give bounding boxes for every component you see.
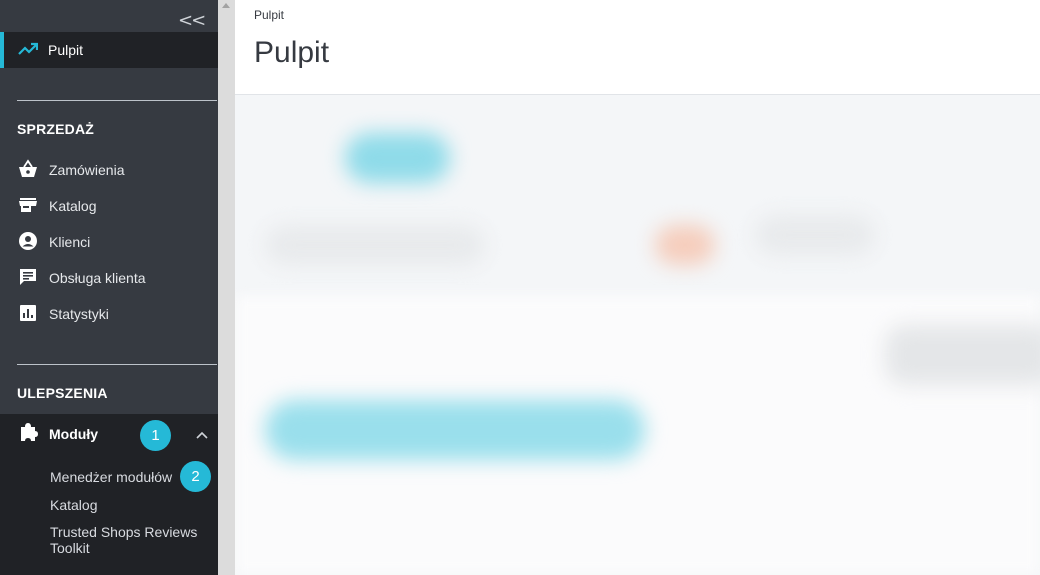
step-badge-1: 1 bbox=[140, 420, 171, 451]
step-badge-2: 2 bbox=[180, 461, 211, 492]
scrollbar[interactable] bbox=[218, 0, 235, 575]
sidebar-divider bbox=[17, 364, 217, 365]
sidebar-item-label: Moduły bbox=[49, 426, 98, 442]
submenu-item-katalog[interactable]: Katalog bbox=[50, 497, 97, 513]
sidebar-divider bbox=[17, 100, 217, 101]
chat-icon bbox=[18, 267, 38, 292]
sidebar-item-pulpit[interactable]: Pulpit bbox=[0, 32, 218, 68]
blurred-badge bbox=[655, 225, 715, 265]
page-title: Pulpit bbox=[254, 36, 330, 69]
bar-chart-icon bbox=[18, 303, 38, 328]
section-title-sprzedaz: SPRZEDAŻ bbox=[17, 121, 95, 137]
trending-up-icon bbox=[18, 41, 39, 62]
sidebar-item-katalog[interactable]: Katalog bbox=[0, 191, 218, 221]
puzzle-icon bbox=[18, 422, 38, 447]
chevron-up-icon[interactable] bbox=[196, 426, 208, 444]
blurred-block bbox=[885, 325, 1040, 385]
sidebar-item-label: Pulpit bbox=[48, 42, 84, 58]
basket-icon bbox=[18, 159, 38, 184]
store-icon bbox=[18, 195, 38, 220]
sidebar-item-moduly[interactable]: Moduły 1 Menedżer modułów 2 Katalog Trus… bbox=[0, 414, 218, 575]
sidebar-item-label: Obsługa klienta bbox=[49, 270, 146, 286]
blurred-block bbox=[755, 215, 875, 255]
blurred-progress-bar bbox=[265, 400, 645, 460]
blurred-button bbox=[345, 133, 450, 183]
sidebar-item-klienci[interactable]: Klienci bbox=[0, 227, 218, 257]
sidebar-item-statystyki[interactable]: Statystyki bbox=[0, 299, 218, 329]
sidebar-item-label: Katalog bbox=[49, 198, 97, 214]
sidebar-item-obsluga-klienta[interactable]: Obsługa klienta bbox=[0, 263, 218, 293]
account-circle-icon bbox=[18, 231, 38, 256]
section-title-ulepszenia: ULEPSZENIA bbox=[17, 385, 108, 401]
page-header: Pulpit Pulpit bbox=[235, 0, 1040, 95]
submenu-item-trusted-shops[interactable]: Trusted Shops Reviews Toolkit bbox=[50, 524, 200, 556]
sidebar: << Pulpit SPRZEDAŻ Zamówienia Katalog Kl… bbox=[0, 0, 218, 575]
sidebar-item-label: Zamówienia bbox=[49, 162, 125, 178]
scroll-up-arrow-icon[interactable] bbox=[222, 3, 230, 8]
submenu-item-menedzer-modulow[interactable]: Menedżer modułów bbox=[50, 469, 172, 485]
breadcrumb[interactable]: Pulpit bbox=[254, 8, 284, 22]
sidebar-item-label: Klienci bbox=[49, 234, 91, 250]
collapse-sidebar-button[interactable]: << bbox=[178, 10, 206, 31]
sidebar-item-label: Statystyki bbox=[49, 306, 109, 322]
dashboard-content-blurred bbox=[235, 95, 1040, 575]
sidebar-item-zamowienia[interactable]: Zamówienia bbox=[0, 155, 218, 185]
blurred-block bbox=[265, 225, 485, 265]
